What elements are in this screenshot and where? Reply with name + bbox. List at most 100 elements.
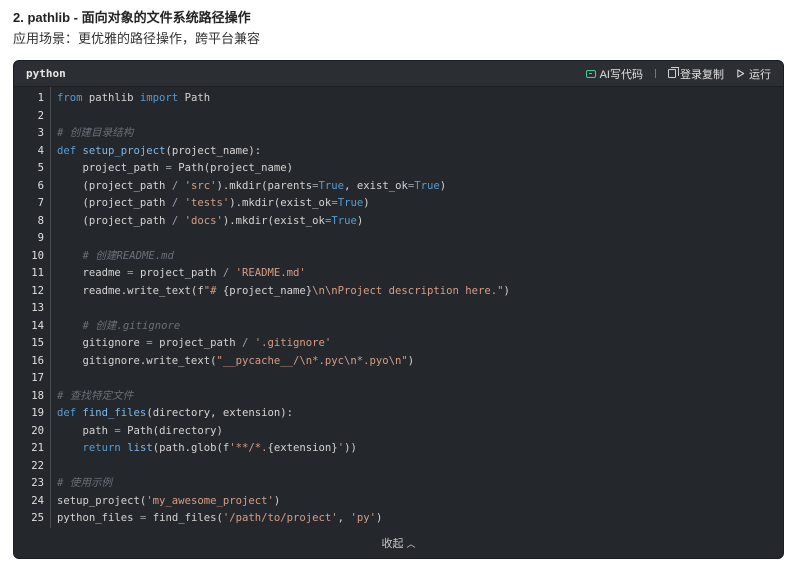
code-token: readme.write_text(f [57, 284, 204, 297]
code-token: Path [178, 92, 211, 104]
code-header: python AI写代码 登录复制 运行 [14, 61, 783, 87]
line-number: 24 [31, 494, 44, 507]
code-token: ).mkdir(exist_ok [229, 197, 332, 209]
code-text: from pathlib import Path [44, 90, 210, 108]
code-token: Path(directory) [120, 424, 223, 437]
line-number: 3 [37, 127, 44, 139]
code-text: path = Path(directory) [44, 423, 223, 441]
code-line: 16 gitignore.write_text("__pycache__/\n*… [14, 353, 783, 371]
code-token: find_files [82, 407, 147, 419]
code-line: 13 [14, 300, 783, 318]
code-token: path [57, 424, 115, 437]
code-text: project_path = Path(project_name) [44, 160, 294, 178]
code-token: # 使用示例 [57, 477, 113, 489]
ai-write-code-label: AI写代码 [599, 68, 643, 81]
code-token: '**/*. [229, 442, 268, 454]
code-line: 8 (project_path / 'docs').mkdir(exist_ok… [14, 213, 783, 231]
line-number: 13 [31, 302, 44, 314]
code-line: 1 from pathlib import Path [14, 90, 783, 108]
line-number: 14 [31, 319, 44, 332]
code-line: 17 [14, 370, 783, 388]
code-line: 7 (project_path / 'tests').mkdir(exist_o… [14, 195, 783, 213]
ai-write-code-button[interactable]: AI写代码 [585, 66, 643, 82]
code-text: gitignore = project_path / '.gitignore' [44, 335, 332, 353]
code-line: 19 def find_files(directory, extension): [14, 405, 783, 423]
code-token: setup_project( [57, 494, 147, 507]
code-text: # 创建.gitignore [44, 318, 181, 336]
language-label: python [26, 67, 66, 80]
code-text: readme = project_path / 'README.md' [44, 265, 306, 283]
code-token: (project_path [57, 179, 172, 192]
code-line: 24 setup_project('my_awesome_project') [14, 493, 783, 511]
code-text: # 使用示例 [44, 475, 112, 493]
code-line: 10 # 创建README.md [14, 248, 783, 266]
line-number: 1 [37, 92, 44, 104]
code-token: "# [203, 284, 223, 297]
divider [655, 69, 656, 78]
section-subtitle: 应用场景：更优雅的路径操作，跨平台兼容 [13, 31, 261, 46]
code-token: find_files( [146, 512, 223, 524]
code-text: (project_path / 'tests').mkdir(exist_ok=… [44, 195, 370, 213]
code-line: 3 # 创建目录结构 [14, 125, 783, 143]
code-token: project_path [57, 162, 166, 174]
code-text: def find_files(directory, extension): [44, 405, 293, 423]
line-number: 7 [37, 197, 44, 209]
line-number: 15 [31, 337, 44, 349]
line-number: 12 [31, 284, 44, 297]
code-token: def [57, 144, 77, 157]
code-token: "__pycache__/\n*.pyc\n*.pyo\n" [216, 354, 408, 367]
run-button[interactable]: 运行 [736, 66, 771, 82]
code-token: ).mkdir(parents [216, 179, 313, 192]
code-line: 15 gitignore = project_path / '.gitignor… [14, 335, 783, 353]
line-number: 10 [31, 249, 44, 262]
code-token: pathlib [82, 92, 140, 104]
code-text: python_files = find_files('/path/to/proj… [44, 510, 382, 528]
line-number: 22 [31, 459, 44, 472]
code-token: from [57, 92, 83, 104]
code-line: 9 [14, 230, 783, 248]
code-token: ) [407, 354, 415, 367]
code-text: # 查找特定文件 [44, 388, 133, 406]
line-number: 17 [31, 372, 44, 384]
code-line: 6 (project_path / 'src').mkdir(parents=T… [14, 178, 783, 196]
code-token: {extension} [267, 442, 338, 454]
code-token: gitignore.write_text( [57, 354, 217, 367]
collapse-label: 收起 [381, 538, 404, 550]
code-token: (project_path [57, 197, 172, 209]
code-token: (project_name): [165, 144, 262, 157]
code-token: True [331, 214, 357, 227]
login-copy-label: 登录复制 [680, 68, 724, 81]
line-number: 23 [31, 477, 44, 489]
code-token: True [337, 197, 364, 209]
code-token: 'docs' [184, 214, 223, 227]
code-block: python AI写代码 登录复制 运行 1 from pathlib impor… [13, 60, 784, 559]
code-token: '.gitignore' [254, 337, 332, 349]
code-token: list [127, 442, 153, 454]
code-token: project_path [133, 267, 223, 279]
code-token: 'tests' [184, 197, 230, 209]
code-token: True [414, 179, 440, 192]
code-token: 'my_awesome_project' [146, 494, 274, 507]
login-copy-button[interactable]: 登录复制 [668, 66, 724, 82]
code-text: return list(path.glob(f'**/*.{extension}… [44, 440, 357, 458]
code-text: gitignore.write_text("__pycache__/\n*.py… [44, 353, 415, 371]
run-label: 运行 [749, 68, 771, 81]
collapse-button[interactable]: 收起 ︿ [14, 535, 783, 551]
code-token: Path(project_name) [171, 162, 294, 174]
code-token: {project_name} [222, 284, 313, 297]
code-line: 22 [14, 458, 783, 476]
code-text: def setup_project(project_name): [44, 143, 261, 161]
code-token: , exist_ok [344, 179, 408, 192]
code-token: (project_path [57, 214, 172, 227]
line-number: 6 [37, 179, 44, 192]
code-token: ) [273, 494, 281, 507]
code-line: 23 # 使用示例 [14, 475, 783, 493]
code-token: (path.glob(f [152, 442, 230, 454]
code-token: # 查找特定文件 [57, 389, 134, 402]
play-icon [737, 69, 745, 78]
line-number: 16 [31, 354, 44, 367]
code-token: , [337, 512, 351, 524]
